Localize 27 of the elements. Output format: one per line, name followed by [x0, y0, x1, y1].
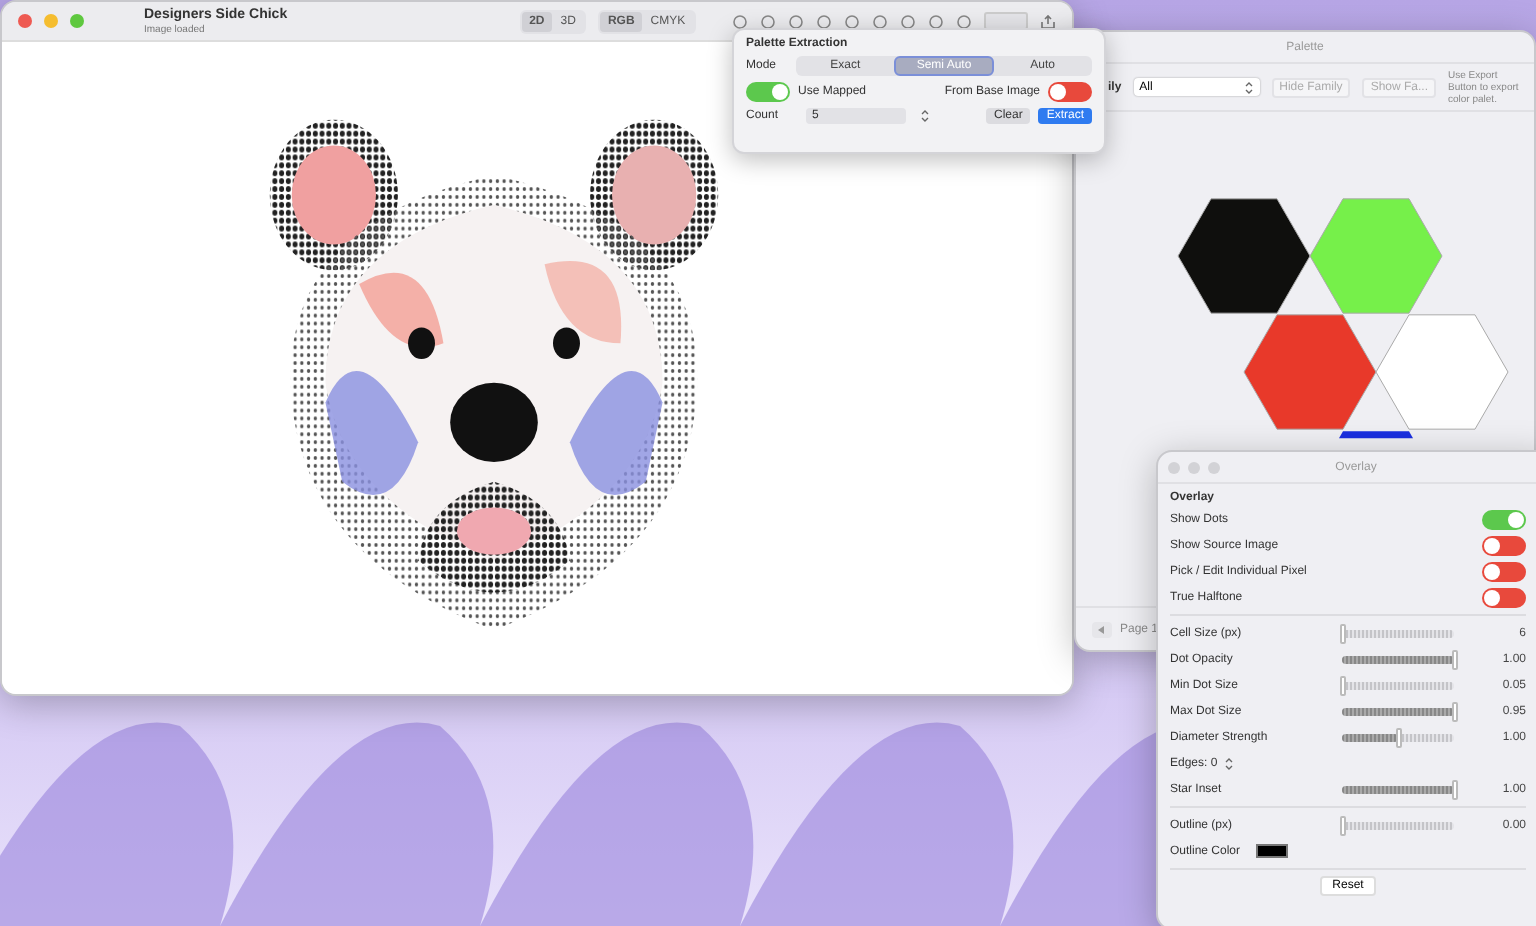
toggle-switch[interactable] [1482, 587, 1526, 607]
color-swatch-hexagon[interactable] [1309, 198, 1443, 314]
toggle-switch[interactable] [1482, 561, 1526, 581]
toggle-switch[interactable] [1482, 509, 1526, 529]
stepper-icon[interactable] [1243, 79, 1254, 95]
slider-thumb[interactable] [1452, 649, 1458, 669]
slider-thumb[interactable] [1452, 779, 1458, 799]
close-button[interactable] [18, 14, 32, 28]
color-swatch-hexagon[interactable] [1177, 198, 1311, 314]
toggle-switch[interactable] [1482, 535, 1526, 555]
stepper-icon[interactable] [920, 108, 931, 124]
color-swatch-hexagon[interactable] [1243, 314, 1377, 430]
slider-thumb[interactable] [1396, 727, 1402, 747]
color-swatch-hexagon[interactable] [1375, 314, 1509, 430]
slider-thumb[interactable] [1340, 815, 1346, 835]
slider-thumb[interactable] [1340, 675, 1346, 695]
left-triangle-icon [1098, 625, 1106, 633]
share-icon[interactable] [1040, 13, 1056, 29]
color-well[interactable] [1256, 844, 1289, 858]
toggle-switch[interactable] [746, 82, 790, 102]
color-well-icon[interactable] [984, 12, 1028, 30]
stepper-icon[interactable] [1223, 755, 1234, 771]
slider-thumb[interactable] [1340, 623, 1346, 643]
previous-page-button[interactable] [1092, 621, 1112, 637]
zoom-button[interactable] [70, 14, 84, 28]
toggle-switch[interactable] [1048, 82, 1092, 102]
slider-thumb[interactable] [1452, 701, 1458, 721]
